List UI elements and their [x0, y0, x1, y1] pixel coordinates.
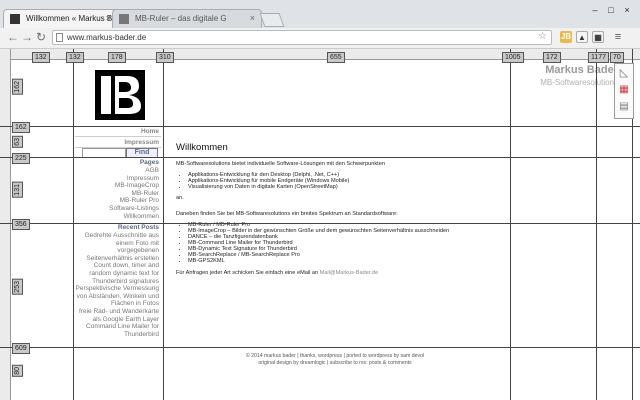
minimize-button[interactable]: –	[588, 4, 602, 16]
intro-text: MB-Softwaresolutions bietet individuelle…	[176, 161, 385, 167]
recent-post-link[interactable]: Perspektivische Vermessung von Abständen…	[75, 285, 159, 308]
reload-icon[interactable]: ↻	[34, 30, 48, 44]
page-link[interactable]: AGB	[75, 167, 159, 175]
standard-software-text: Daneben finden Sie bei MB-Softwaresoluti…	[176, 211, 398, 217]
ruler-label: 609	[12, 343, 30, 354]
ruler-label: 225	[12, 153, 30, 164]
table-icon[interactable]: ▤	[617, 100, 631, 114]
page-link[interactable]: Willkommen	[75, 213, 159, 221]
ruler-label: 70	[610, 52, 624, 63]
menu-icon[interactable]: ≡	[612, 31, 624, 43]
close-tab-icon[interactable]: ×	[250, 13, 255, 23]
page-link[interactable]: MB-Ruler	[75, 190, 159, 198]
maximize-button[interactable]: □	[604, 4, 618, 16]
favicon-icon	[119, 14, 129, 24]
guide-line-horizontal[interactable]	[0, 223, 640, 224]
close-window-button[interactable]: ×	[620, 4, 634, 16]
tab-willkommen[interactable]: Willkommen « Markus Ba ×	[3, 9, 118, 28]
new-tab-button[interactable]	[259, 13, 285, 27]
forward-icon[interactable]: →	[20, 30, 34, 44]
ruler-label: 63	[12, 136, 23, 148]
recent-post-link[interactable]: Count down, timer and random dynamic tex…	[75, 262, 159, 285]
page-icon	[56, 33, 63, 42]
ruler-label: 356	[12, 219, 30, 230]
nav-impressum[interactable]: Impressum	[75, 139, 159, 147]
browser-toolbar: ← → ↻ www.markus-bader.de ☆ JB ▲ ▦ ≡	[0, 28, 640, 49]
tab-strip: Willkommen « Markus Ba × MB-Ruler – das …	[0, 0, 640, 29]
address-bar[interactable]: www.markus-bader.de ☆	[52, 30, 552, 45]
list-item: Visualisierung von Daten in digitale Kar…	[188, 184, 506, 190]
url-text: www.markus-bader.de	[67, 33, 147, 42]
site-logo	[95, 70, 145, 120]
guide-line-horizontal[interactable]	[0, 347, 640, 348]
extension-jb-icon[interactable]: JB	[560, 31, 572, 43]
an-text: an.	[176, 195, 184, 201]
nav-home[interactable]: Home	[75, 128, 159, 136]
grid-icon[interactable]: ▦	[617, 83, 631, 97]
contact-text: Für Anfragen jeder Art schicken Sie einf…	[176, 270, 506, 276]
page-link[interactable]: MB-ImageCrop	[75, 182, 159, 190]
extension-ruler-icon[interactable]: ▲	[576, 31, 588, 43]
page-viewport: Markus Bader MB-Softwaresolutions Home I…	[0, 49, 640, 400]
ruler-label: 162	[12, 122, 30, 133]
recent-post-link[interactable]: freie Rad- und Wanderkarte als Google Ea…	[75, 308, 159, 323]
ruler-label: 655	[327, 52, 345, 63]
recent-posts-heading: Recent Posts	[117, 224, 159, 231]
recent-post-link[interactable]: Command Line Mailer for Thunderbird	[75, 323, 159, 338]
ruler-label: 1005	[502, 52, 524, 63]
page-link[interactable]: MB-Ruler Pro	[75, 197, 159, 205]
ruler-label: 172	[543, 52, 561, 63]
contact-prefix: Für Anfragen jeder Art schicken Sie einf…	[176, 270, 320, 276]
recent-posts-list: Gedrehte Ausschnitte aus einem Foto mit …	[75, 232, 159, 338]
email-link[interactable]: Mail@Markus-Bader.de	[320, 270, 379, 276]
recent-post-link[interactable]: Gedrehte Ausschnitte aus einem Foto mit …	[75, 232, 159, 262]
ruler-label: 253	[12, 279, 23, 295]
ruler-tool-panel: ◺ ▦ ▤	[614, 63, 634, 119]
main-content: Willkommen MB-Softwaresolutions bietet i…	[176, 142, 506, 276]
ruler-label: 132	[32, 52, 50, 63]
ruler-label: 310	[156, 52, 174, 63]
back-icon[interactable]: ←	[6, 30, 20, 44]
ruler-label: 80	[12, 365, 23, 377]
extension-grid-icon[interactable]: ▦	[592, 31, 604, 43]
ruler-label: 162	[12, 79, 23, 95]
triangle-icon[interactable]: ◺	[617, 66, 631, 80]
site-title: Markus Bader	[545, 64, 618, 76]
page-link[interactable]: Software-Listings	[75, 205, 159, 213]
ruler-label: 178	[108, 52, 126, 63]
tab-title: MB-Ruler – das digitale G	[135, 14, 227, 23]
ruler-label: 1177	[588, 52, 610, 63]
guide-line-horizontal[interactable]	[0, 126, 640, 127]
bookmark-star-icon[interactable]: ☆	[538, 31, 547, 42]
footer-line-1: © 2014 markus bader | thanks, wordpress …	[245, 353, 425, 359]
page-title: Willkommen	[176, 142, 228, 153]
footer-line-2: original design by dreamlogic | subscrib…	[258, 360, 412, 366]
pages-heading: Pages	[139, 159, 159, 166]
divider	[75, 136, 161, 137]
tab-mb-ruler[interactable]: MB-Ruler – das digitale G ×	[112, 9, 262, 28]
pages-list: AGB Impressum MB-ImageCrop MB-Ruler MB-R…	[75, 167, 159, 220]
close-tab-icon[interactable]: ×	[106, 13, 111, 23]
favicon-icon	[10, 14, 20, 24]
product-link[interactable]: MB-GPS2KML	[188, 258, 506, 264]
ruler-label: 132	[66, 52, 84, 63]
guide-line-horizontal[interactable]	[0, 157, 640, 158]
ruler-label: 131	[12, 182, 23, 198]
page-link[interactable]: Impressum	[75, 175, 159, 183]
tab-title: Willkommen « Markus Ba	[26, 14, 117, 23]
